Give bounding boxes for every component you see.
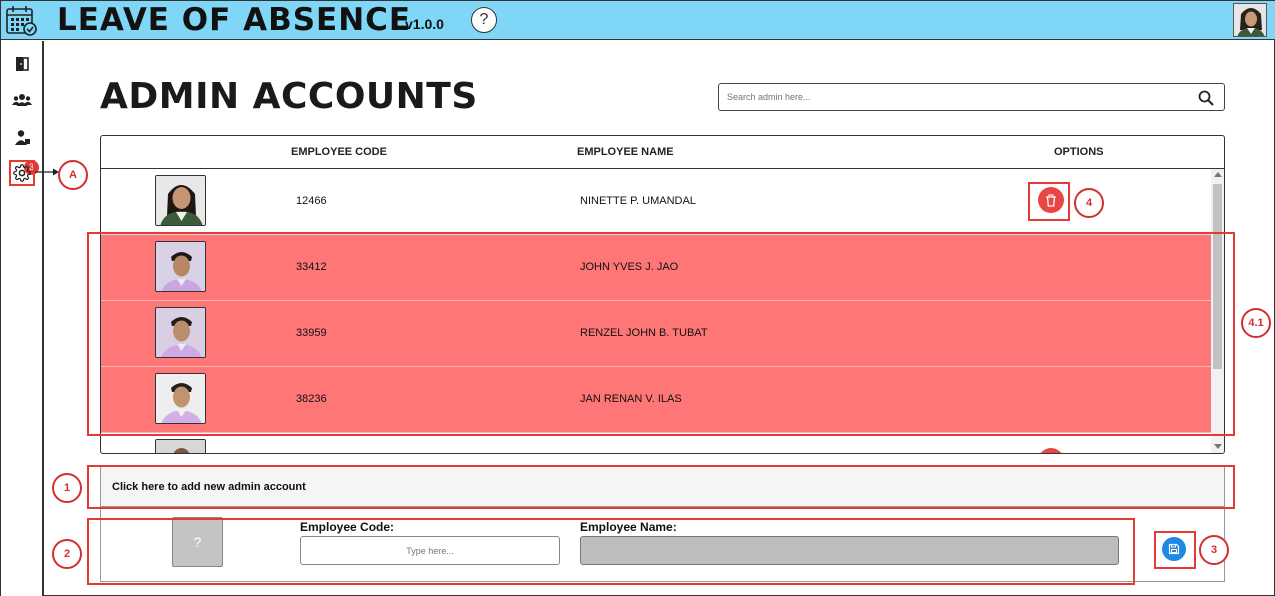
scroll-up-arrow-icon[interactable] bbox=[1214, 172, 1222, 177]
annotation-box-form bbox=[87, 518, 1135, 585]
calendar-icon bbox=[5, 4, 38, 37]
search-box bbox=[718, 83, 1225, 111]
sidebar: 3 bbox=[1, 41, 44, 596]
search-input[interactable] bbox=[727, 88, 1187, 106]
employee-photo bbox=[155, 175, 206, 226]
annotation-4: 4 bbox=[1074, 188, 1104, 218]
user-requests-icon bbox=[15, 130, 30, 145]
annotation-box-add-bar bbox=[87, 465, 1235, 509]
app-window: LEAVE OF ABSENCE v1.0.0 ? 3 A ADMIN ACCO… bbox=[0, 0, 1275, 596]
annotation-1: 1 bbox=[52, 473, 82, 503]
annotation-a: A bbox=[58, 160, 88, 190]
top-bar: LEAVE OF ABSENCE v1.0.0 ? bbox=[1, 1, 1275, 40]
sidebar-item-requests[interactable] bbox=[9, 124, 35, 150]
search-icon[interactable] bbox=[1197, 89, 1215, 107]
employee-photo bbox=[155, 439, 206, 453]
employee-code: 12466 bbox=[296, 195, 327, 207]
sidebar-item-leave[interactable] bbox=[9, 51, 35, 77]
annotation-3: 3 bbox=[1199, 535, 1229, 565]
annotation-arrow bbox=[35, 168, 59, 176]
column-header-code: EMPLOYEE CODE bbox=[291, 146, 387, 158]
app-title: LEAVE OF ABSENCE bbox=[57, 2, 412, 38]
delete-button[interactable] bbox=[1038, 448, 1064, 453]
employee-name: NINETTE P. UMANDAL bbox=[580, 195, 696, 207]
table-header: EMPLOYEE CODE EMPLOYEE NAME OPTIONS bbox=[101, 136, 1224, 169]
sidebar-item-employees[interactable] bbox=[9, 87, 35, 113]
annotation-box-delete bbox=[1028, 182, 1070, 221]
help-button[interactable]: ? bbox=[471, 7, 497, 33]
annotation-box-selected-rows bbox=[87, 232, 1235, 436]
annotation-box-save bbox=[1154, 531, 1196, 569]
annotation-4-1: 4.1 bbox=[1241, 308, 1271, 338]
user-avatar[interactable] bbox=[1233, 3, 1267, 37]
column-header-options: OPTIONS bbox=[1054, 146, 1104, 158]
users-icon bbox=[12, 94, 32, 106]
app-version: v1.0.0 bbox=[405, 16, 444, 32]
column-header-name: EMPLOYEE NAME bbox=[577, 146, 674, 158]
page-title: ADMIN ACCOUNTS bbox=[100, 76, 478, 117]
scroll-down-arrow-icon[interactable] bbox=[1214, 444, 1222, 449]
table-row[interactable] bbox=[101, 433, 1211, 453]
gear-icon bbox=[13, 164, 31, 182]
annotation-2: 2 bbox=[52, 539, 82, 569]
sidebar-item-settings[interactable] bbox=[9, 160, 35, 186]
door-icon bbox=[16, 57, 29, 71]
